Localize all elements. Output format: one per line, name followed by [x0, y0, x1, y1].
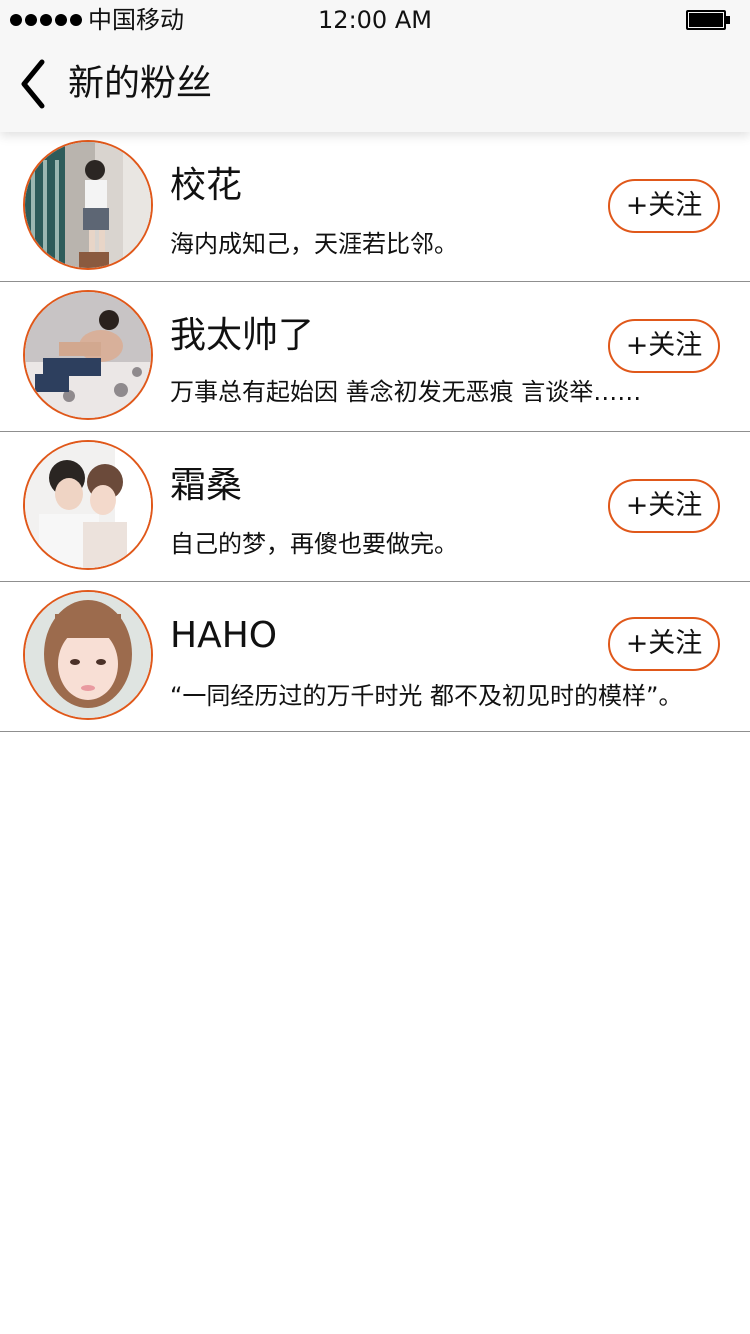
navigation-header: 中国移动 12:00 AM 新的粉丝: [0, 0, 750, 132]
follow-button[interactable]: +关注: [608, 617, 720, 671]
avatar[interactable]: [23, 440, 153, 570]
follow-button[interactable]: +关注: [608, 319, 720, 373]
status-bar: 中国移动 12:00 AM: [0, 0, 750, 40]
follower-row[interactable]: 霜桑 +关注 自己的梦，再傻也要做完。: [0, 432, 750, 582]
follower-bio: “一同经历过的万千时光 都不及初见时的模样”。: [170, 682, 683, 710]
follower-name: 霜桑: [170, 465, 243, 506]
follower-list: 校花 +关注 海内成知己，天涯若比邻。 我太帅了 +关注 万事总有起始因 善念初…: [0, 132, 750, 732]
follower-row[interactable]: HAHO +关注 “一同经历过的万千时光 都不及初见时的模样”。: [0, 582, 750, 732]
follower-name: HAHO: [170, 615, 278, 656]
chevron-left-icon: [21, 59, 45, 109]
status-time: 12:00 AM: [318, 6, 432, 34]
follow-button[interactable]: +关注: [608, 179, 720, 233]
back-button[interactable]: [14, 54, 54, 114]
avatar[interactable]: [23, 590, 153, 720]
follower-bio: 万事总有起始因 善念初发无恶痕 言谈举……: [170, 378, 642, 406]
follow-button[interactable]: +关注: [608, 479, 720, 533]
avatar-photo-2: [25, 292, 151, 418]
follower-row[interactable]: 校花 +关注 海内成知己，天涯若比邻。: [0, 132, 750, 282]
follower-row[interactable]: 我太帅了 +关注 万事总有起始因 善念初发无恶痕 言谈举……: [0, 282, 750, 432]
follower-name: 我太帅了: [170, 315, 315, 356]
follower-name: 校花: [170, 165, 243, 206]
avatar-photo-4: [25, 592, 151, 718]
page-title: 新的粉丝: [68, 63, 213, 104]
battery-icon: [686, 10, 730, 30]
follower-bio: 海内成知己，天涯若比邻。: [170, 230, 458, 258]
avatar-photo-1: [25, 142, 151, 268]
follower-bio: 自己的梦，再傻也要做完。: [170, 530, 458, 558]
avatar[interactable]: [23, 140, 153, 270]
avatar[interactable]: [23, 290, 153, 420]
avatar-photo-3: [25, 442, 151, 568]
